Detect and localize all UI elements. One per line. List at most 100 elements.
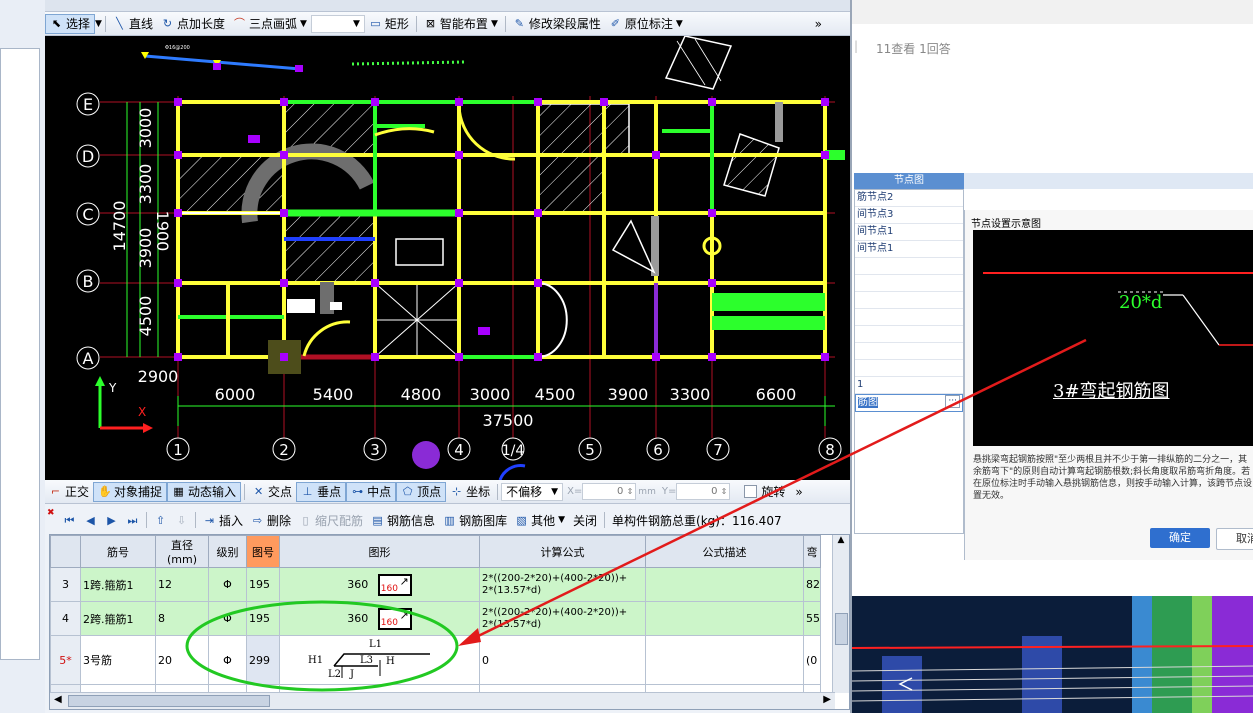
cell-grade[interactable]: Φ [208, 635, 247, 685]
x-input[interactable]: 0 ⇕ [582, 483, 637, 500]
cell-description[interactable] [645, 635, 804, 685]
move-down-button[interactable]: ⇩ [171, 510, 192, 530]
scroll-up-icon[interactable]: ▲ [833, 535, 849, 551]
node-list-item[interactable] [855, 309, 963, 326]
cell-figure[interactable]: 195 [246, 567, 280, 602]
move-up-button[interactable]: ⇧ [150, 510, 171, 530]
header-name[interactable]: 筋号 [80, 535, 156, 568]
cell-formula[interactable]: 2*((200-2*20)+(400-2*20))+ 2*(13.57*d) [479, 567, 646, 602]
point-length-button[interactable]: ↻ 点加长度 [157, 14, 229, 34]
table-row-selected[interactable]: 5* 3号筋 20 Φ 299 L1 H1 L3 H L2 J 0 (0 [50, 635, 821, 685]
three-point-arc-button[interactable]: ⌒ 三点画弧 ▼ [229, 14, 311, 34]
select-tool-button[interactable]: ⬉ 选择 [45, 13, 96, 34]
intersection-button[interactable]: ✕ 交点 [248, 482, 296, 502]
table-horizontal-scrollbar[interactable]: ◀ ▶ [50, 692, 835, 709]
node-list-item[interactable] [855, 292, 963, 309]
dynamic-input-button[interactable]: ▦ 动态输入 [167, 481, 242, 502]
scale-rebar-button[interactable]: ▯ 缩尺配筋 [295, 510, 367, 530]
node-list-item[interactable]: 筋节点2 [855, 190, 963, 207]
offset-select[interactable]: 不偏移 ▼ [501, 482, 564, 501]
node-list-item[interactable] [855, 258, 963, 275]
h-scroll-thumb[interactable] [68, 695, 270, 707]
cell-diameter[interactable]: 12 [155, 567, 209, 602]
table-vertical-scrollbar[interactable]: ▲ [832, 535, 849, 693]
blank-select[interactable]: ▼ [310, 14, 365, 33]
rectangle-tool-button[interactable]: ▭ 矩形 [365, 14, 413, 34]
scroll-thumb[interactable] [835, 613, 848, 645]
node-list-item[interactable] [855, 326, 963, 343]
edit-beam-attr-button[interactable]: ✎ 修改梁段属性 [509, 14, 605, 34]
prev-record-button[interactable]: ◀ [80, 510, 101, 530]
node-list-item[interactable]: 间节点3 [855, 207, 963, 224]
cell-figure[interactable]: 299 [246, 635, 280, 685]
scroll-right-icon[interactable]: ▶ [823, 694, 831, 705]
cell-diameter[interactable]: 20 [155, 635, 209, 685]
left-panel-list[interactable] [0, 48, 40, 660]
cell-bend[interactable]: (0 [803, 635, 821, 685]
cell-bend[interactable]: 55 [803, 601, 821, 636]
node-list-item[interactable]: 1 [855, 377, 963, 394]
cell-bend[interactable]: 82 [803, 567, 821, 602]
node-list-item[interactable]: 间节点1 [855, 224, 963, 241]
rebar-info-button[interactable]: ▤ 钢筋信息 [367, 510, 439, 530]
header-description[interactable]: 公式描述 [645, 535, 804, 568]
scroll-left-icon[interactable]: ◀ [54, 694, 62, 705]
header-bend[interactable]: 弯 [803, 535, 821, 568]
cell-grade[interactable]: Φ [208, 567, 247, 602]
close-button[interactable]: 关闭 [569, 510, 601, 530]
node-list-item[interactable] [855, 275, 963, 292]
object-snap-button[interactable]: ✋ 对象捕捉 [93, 481, 168, 502]
rebar-table[interactable]: 筋号 直径(mm) 级别 图号 图形 计算公式 公式描述 弯 3 1跨.箍筋1 … [49, 534, 850, 710]
in-place-annotation-button[interactable]: ✐ 原位标注 ▼ [605, 14, 687, 34]
header-formula[interactable]: 计算公式 [479, 535, 646, 568]
cell-formula[interactable]: 0 [479, 635, 646, 685]
column-marker [821, 98, 829, 106]
ortho-button[interactable]: ⌐ 正交 [45, 482, 93, 502]
close-small-icon[interactable]: ✖ [47, 508, 55, 518]
cad-drawing-canvas[interactable]: Φ16@200 E D C B A 1 2 3 4 1/4 5 6 7 8 60… [45, 36, 850, 480]
cell-figure[interactable]: 195 [246, 601, 280, 636]
node-list[interactable]: 筋节点2 间节点3 间节点1 间节点1 1 筋图 ··· [854, 189, 964, 534]
cancel-button[interactable]: 取消 [1216, 528, 1253, 550]
delete-button[interactable]: ⇨ 删除 [247, 510, 295, 530]
select-dropdown-icon[interactable]: ▼ [95, 19, 102, 29]
header-figure[interactable]: 图号 [246, 535, 280, 568]
node-list-item[interactable] [855, 343, 963, 360]
rotate-checkbox[interactable] [744, 485, 758, 498]
first-record-button[interactable]: ⏮ [59, 510, 80, 530]
toolbar-more-icon[interactable]: » [815, 17, 822, 31]
header-grade[interactable]: 级别 [208, 535, 247, 568]
cell-grade[interactable]: Φ [208, 601, 247, 636]
cell-name[interactable]: 1跨.箍筋1 [80, 567, 156, 602]
rebar-library-button[interactable]: ▥ 钢筋图库 [439, 510, 511, 530]
line-tool-button[interactable]: ╲ 直线 [109, 14, 157, 34]
arc-icon: ⌒ [233, 17, 245, 30]
insert-button[interactable]: ⇥ 插入 [199, 510, 247, 530]
table-row[interactable]: 4 2跨.箍筋1 8 Φ 195 360 160 ↗ 2*((200-2*20)… [50, 601, 821, 636]
perpendicular-button[interactable]: ⊥ 垂点 [296, 481, 347, 502]
vertex-button[interactable]: ⬠ 顶点 [396, 481, 447, 502]
other-menu-button[interactable]: ▧ 其他 ▼ [511, 510, 569, 530]
cell-description[interactable] [645, 567, 804, 602]
node-list-item[interactable] [855, 360, 963, 377]
cell-name[interactable]: 2跨.箍筋1 [80, 601, 156, 636]
cell-formula[interactable]: 2*((200-2*20)+(400-2*20))+ 2*(13.57*d) [479, 601, 646, 636]
ok-button[interactable]: 确定 [1150, 528, 1210, 548]
cell-description[interactable] [645, 601, 804, 636]
node-list-item[interactable]: 间节点1 [855, 241, 963, 258]
cell-name[interactable]: 3号筋 [80, 635, 156, 685]
header-shape[interactable]: 图形 [279, 535, 480, 568]
ellipsis-button-icon[interactable]: ··· [945, 395, 960, 408]
midpoint-button[interactable]: ⊶ 中点 [346, 481, 397, 502]
smart-layout-button[interactable]: ⊠ 智能布置 ▼ [420, 14, 502, 34]
snapbar-more-icon[interactable]: » [795, 485, 802, 499]
cell-diameter[interactable]: 8 [155, 601, 209, 636]
coordinate-button[interactable]: ⊹ 坐标 [446, 482, 494, 502]
next-record-button[interactable]: ▶ [101, 510, 122, 530]
node-list-item-selected[interactable]: 筋图 ··· [855, 394, 963, 412]
header-diameter[interactable]: 直径(mm) [155, 535, 209, 568]
y-input[interactable]: 0 ⇕ [676, 483, 731, 500]
table-row[interactable]: 3 1跨.箍筋1 12 Φ 195 360 160 ↗ 2*((200-2*20… [50, 567, 821, 602]
last-record-button[interactable]: ⏭ [122, 510, 143, 530]
arc-dropdown-icon[interactable]: ▼ [300, 19, 307, 29]
